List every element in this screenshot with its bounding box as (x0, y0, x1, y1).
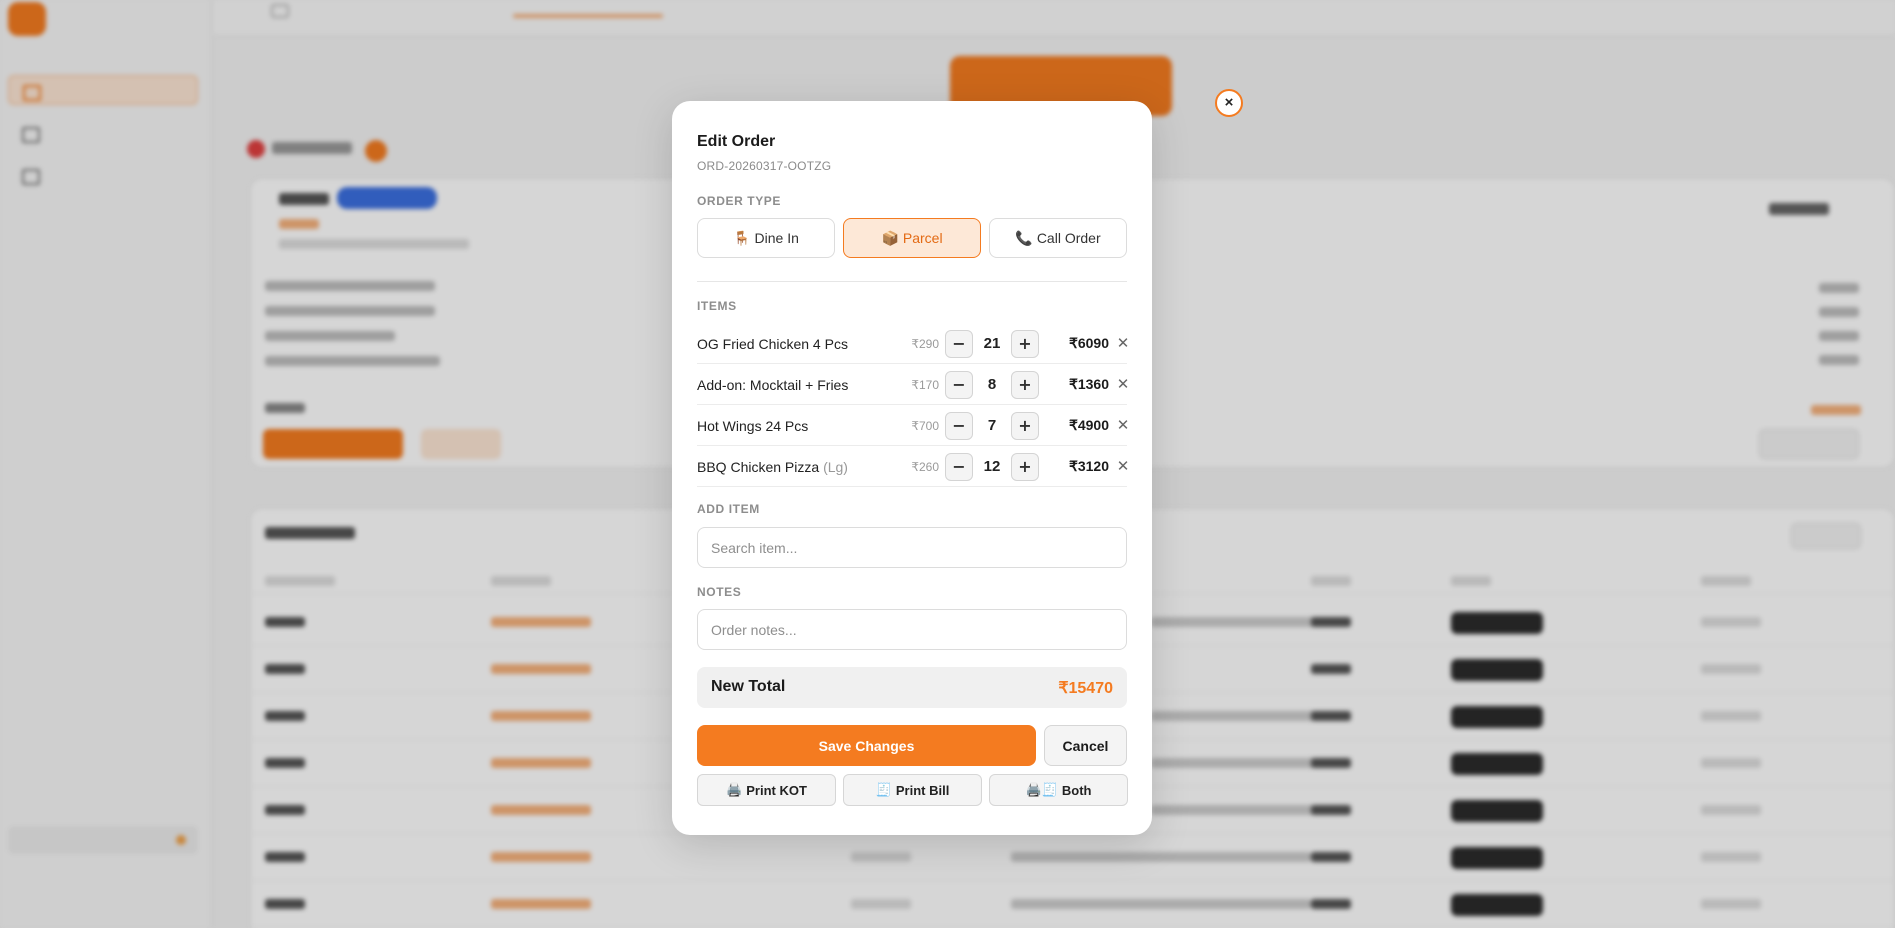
item-line-total: ₹6090 (1068, 335, 1109, 351)
divider (697, 281, 1127, 282)
order-item-row: Add-on: Mocktail + Fries ₹170 − 8 + ₹136… (697, 364, 1129, 405)
package-icon: 📦 (881, 229, 899, 246)
item-quantity: 8 (987, 376, 997, 393)
close-modal-button[interactable]: × (1215, 89, 1243, 117)
order-type-label: Dine In (754, 230, 799, 246)
notes-label: NOTES (697, 585, 742, 599)
item-quantity: 21 (983, 335, 1001, 352)
print-both-button[interactable]: 🖨️🧾 Both (989, 774, 1128, 806)
print-bill-button[interactable]: 🧾 Print Bill (843, 774, 982, 806)
increase-qty-button[interactable]: + (1011, 371, 1039, 399)
item-unit-price: ₹260 (911, 460, 939, 474)
new-total-label: New Total (711, 678, 786, 695)
remove-item-icon[interactable]: ✕ (1115, 457, 1131, 475)
order-item-row: BBQ Chicken Pizza (Lg) ₹260 − 12 + ₹3120… (697, 446, 1129, 487)
order-type-label: Parcel (902, 230, 943, 246)
printer-icon: 🖨️ (726, 782, 743, 797)
item-size: (Lg) (823, 459, 848, 475)
add-item-label: ADD ITEM (697, 502, 760, 516)
item-name: OG Fried Chicken 4 Pcs (697, 336, 848, 352)
remove-item-icon[interactable]: ✕ (1115, 334, 1131, 352)
remove-item-icon[interactable]: ✕ (1115, 375, 1131, 393)
print-kot-button[interactable]: 🖨️ Print KOT (697, 774, 836, 806)
save-changes-button[interactable]: Save Changes (697, 725, 1036, 766)
items-label: ITEMS (697, 299, 737, 313)
order-type-dine-in-button[interactable]: 🪑 Dine In (697, 218, 835, 258)
phone-icon: 📞 (1015, 229, 1033, 246)
modal-title: Edit Order (697, 133, 776, 150)
item-quantity: 7 (987, 417, 997, 434)
decrease-qty-button[interactable]: − (945, 330, 973, 358)
item-line-total: ₹1360 (1068, 376, 1109, 392)
decrease-qty-button[interactable]: − (945, 371, 973, 399)
printer-receipt-icon: 🖨️🧾 (1025, 782, 1058, 797)
chair-icon: 🪑 (733, 229, 751, 246)
item-unit-price: ₹290 (911, 337, 939, 351)
item-name: Hot Wings 24 Pcs (697, 418, 809, 434)
item-line-total: ₹4900 (1068, 417, 1109, 433)
edit-order-modal: Edit Order ORD-20260317-OOTZG ORDER TYPE… (672, 101, 1152, 835)
cancel-button[interactable]: Cancel (1044, 725, 1127, 766)
decrease-qty-button[interactable]: − (945, 412, 973, 440)
item-unit-price: ₹170 (911, 378, 939, 392)
increase-qty-button[interactable]: + (1011, 330, 1039, 358)
print-both-label: Both (1061, 782, 1092, 798)
decrease-qty-button[interactable]: − (945, 453, 973, 481)
new-total-box: New Total ₹15470 (697, 667, 1127, 708)
order-type-label: Call Order (1036, 230, 1101, 246)
order-type-label: ORDER TYPE (697, 194, 782, 208)
order-type-parcel-button[interactable]: 📦 Parcel (843, 218, 981, 258)
increase-qty-button[interactable]: + (1011, 453, 1039, 481)
increase-qty-button[interactable]: + (1011, 412, 1039, 440)
item-unit-price: ₹700 (911, 419, 939, 433)
order-id: ORD-20260317-OOTZG (697, 159, 832, 173)
item-name: Add-on: Mocktail + Fries (697, 377, 849, 393)
remove-item-icon[interactable]: ✕ (1115, 416, 1131, 434)
print-kot-label: Print KOT (746, 782, 807, 798)
item-quantity: 12 (983, 458, 1001, 475)
item-line-total: ₹3120 (1068, 458, 1109, 474)
print-bill-label: Print Bill (895, 782, 950, 798)
order-item-row: OG Fried Chicken 4 Pcs ₹290 − 21 + ₹6090… (697, 323, 1129, 364)
order-item-row: Hot Wings 24 Pcs ₹700 − 7 + ₹4900 ✕ (697, 405, 1129, 446)
search-item-input[interactable] (697, 527, 1127, 568)
new-total-value: ₹15470 (1058, 680, 1113, 697)
order-type-call-order-button[interactable]: 📞 Call Order (989, 218, 1127, 258)
receipt-icon: 🧾 (875, 782, 892, 797)
item-name: BBQ Chicken Pizza (Lg) (697, 459, 848, 475)
order-notes-input[interactable] (697, 609, 1127, 650)
